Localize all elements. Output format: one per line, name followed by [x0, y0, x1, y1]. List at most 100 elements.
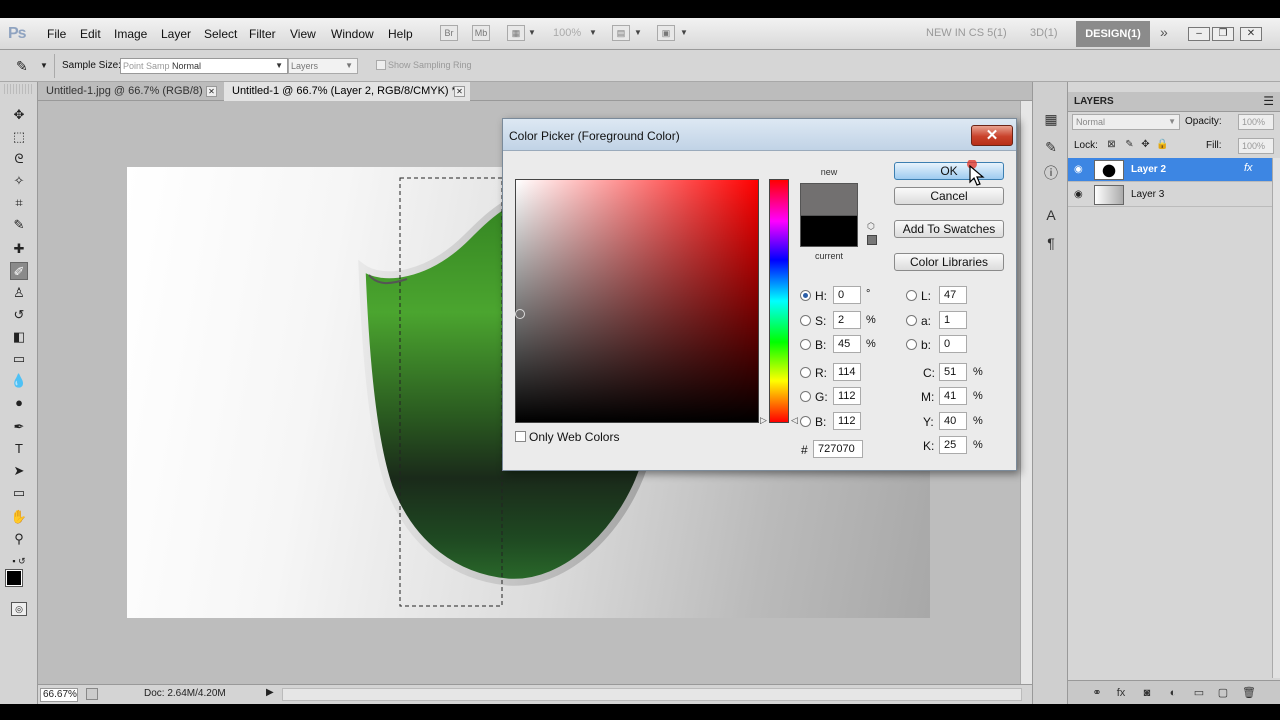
only-web-colors-checkbox[interactable]: [515, 431, 526, 442]
yellow-field[interactable]: 40: [939, 412, 967, 430]
shape-tool-icon[interactable]: ▭: [10, 484, 28, 502]
menu-window[interactable]: Window: [331, 27, 374, 41]
status-menu-arrow-icon[interactable]: ▶: [266, 687, 274, 698]
more-workspaces-icon[interactable]: »: [1160, 24, 1168, 40]
foreground-color-swatch[interactable]: [5, 569, 23, 587]
hex-field[interactable]: 727070: [813, 440, 863, 458]
lock-image-icon[interactable]: ✎: [1124, 139, 1135, 150]
hue-radio[interactable]: [800, 290, 811, 301]
blend-mode-dropdown[interactable]: Normal ▼: [1072, 114, 1180, 130]
menu-select[interactable]: Select: [204, 27, 237, 41]
launch-bridge-icon[interactable]: Br: [440, 25, 458, 41]
crop-tool-icon[interactable]: ⌗: [10, 194, 28, 212]
launch-minibridge-icon[interactable]: Mb: [472, 25, 490, 41]
horizontal-scrollbar[interactable]: [282, 688, 1022, 701]
screen-mode-icon[interactable]: ▣: [657, 25, 675, 41]
menu-image[interactable]: Image: [114, 27, 147, 41]
green-field[interactable]: 112: [833, 387, 861, 405]
zoom-level-dropdown[interactable]: 100%: [553, 27, 581, 39]
brush-tool-icon[interactable]: ✐: [10, 262, 28, 280]
menu-help[interactable]: Help: [388, 27, 413, 41]
tab-document-1[interactable]: Untitled-1.jpg @ 66.7% (RGB/8): [38, 82, 222, 101]
brightness-radio[interactable]: [800, 339, 811, 350]
b-channel-radio[interactable]: [906, 339, 917, 350]
hue-slider-right-arrow-icon[interactable]: ◁: [791, 415, 798, 426]
saturation-field[interactable]: 2: [833, 311, 861, 329]
saturation-radio[interactable]: [800, 315, 811, 326]
hue-slider-left-arrow-icon[interactable]: ▷: [760, 415, 767, 426]
a-channel-field[interactable]: 1: [939, 311, 967, 329]
lock-position-icon[interactable]: ✥: [1140, 139, 1151, 150]
tab-document-2[interactable]: Untitled-1 @ 66.7% (Layer 2, RGB/8/CMYK)…: [224, 82, 470, 101]
dodge-tool-icon[interactable]: ●: [10, 394, 28, 412]
menu-filter[interactable]: Filter: [249, 27, 276, 41]
view-extras-icon[interactable]: ▦: [507, 25, 525, 41]
a-channel-radio[interactable]: [906, 315, 917, 326]
link-layers-icon[interactable]: ⚭: [1090, 686, 1104, 700]
close-app-button[interactable]: ✕: [1240, 27, 1262, 41]
workspace-design[interactable]: DESIGN(1): [1076, 21, 1150, 47]
status-icon[interactable]: [86, 688, 98, 700]
hue-field[interactable]: 0: [833, 286, 861, 304]
chevron-down-icon[interactable]: ▼: [634, 28, 642, 37]
current-color-swatch[interactable]: [800, 215, 858, 247]
add-style-icon[interactable]: fx: [1114, 686, 1128, 700]
adjustments-panel-icon[interactable]: ✎: [1042, 138, 1060, 156]
marquee-tool-icon[interactable]: ⬚: [10, 128, 28, 146]
show-sampling-ring-checkbox[interactable]: [376, 60, 386, 70]
hue-slider[interactable]: [769, 179, 789, 423]
close-icon[interactable]: ✕: [454, 86, 465, 97]
close-icon[interactable]: ✕: [206, 86, 217, 97]
menu-view[interactable]: View: [290, 27, 316, 41]
quick-mask-icon[interactable]: ◎: [11, 602, 27, 616]
layers-scrollbar[interactable]: [1272, 158, 1280, 678]
tool-preset-chevron-icon[interactable]: ▼: [40, 61, 48, 70]
info-panel-icon[interactable]: ⓘ: [1042, 164, 1060, 182]
panel-grip[interactable]: [4, 84, 34, 94]
add-mask-icon[interactable]: ◙: [1140, 686, 1154, 700]
blur-tool-icon[interactable]: 💧: [10, 372, 28, 390]
sample-size-dropdown[interactable]: Point Samp Normal ▼: [120, 58, 288, 74]
healing-brush-tool-icon[interactable]: ✚: [10, 240, 28, 258]
color-field-marker[interactable]: [515, 309, 525, 319]
minimize-button[interactable]: –: [1188, 27, 1210, 41]
cancel-button[interactable]: Cancel: [894, 187, 1004, 205]
eyedropper-tool-icon[interactable]: ✎: [16, 58, 28, 75]
layers-panel-title[interactable]: LAYERS: [1074, 96, 1114, 107]
clone-stamp-tool-icon[interactable]: ♙: [10, 284, 28, 302]
b-channel-field[interactable]: 0: [939, 335, 967, 353]
panel-menu-icon[interactable]: ☰: [1263, 94, 1274, 108]
chevron-down-icon[interactable]: ▼: [680, 28, 688, 37]
vertical-scrollbar[interactable]: [1020, 101, 1032, 684]
chevron-down-icon[interactable]: ▼: [589, 28, 597, 37]
character-panel-icon[interactable]: A: [1042, 206, 1060, 224]
new-layer-icon[interactable]: ▢: [1216, 686, 1230, 700]
type-tool-icon[interactable]: T: [10, 440, 28, 458]
green-radio[interactable]: [800, 391, 811, 402]
history-brush-tool-icon[interactable]: ↺: [10, 306, 28, 324]
color-field[interactable]: [515, 179, 759, 423]
sample-layers-dropdown[interactable]: Layers ▼: [288, 58, 358, 74]
layer-row-layer-2[interactable]: ◉ Layer 2 fx: [1068, 158, 1272, 182]
add-to-swatches-button[interactable]: Add To Swatches: [894, 220, 1004, 238]
lock-transparency-icon[interactable]: ⊠: [1106, 139, 1117, 150]
hand-tool-icon[interactable]: ✋: [10, 508, 28, 526]
black-field[interactable]: 25: [939, 436, 967, 454]
eyedropper-tool-icon[interactable]: ✎: [10, 216, 28, 234]
color-libraries-button[interactable]: Color Libraries: [894, 253, 1004, 271]
workspace-3d[interactable]: 3D(1): [1030, 27, 1058, 39]
workspace-new-in-cs5[interactable]: NEW IN CS 5(1): [926, 27, 1007, 39]
out-of-gamut-warning-icon[interactable]: ⬡: [867, 221, 875, 232]
eraser-tool-icon[interactable]: ◧: [10, 328, 28, 346]
blue-radio[interactable]: [800, 416, 811, 427]
layer-row-layer-3[interactable]: ◉ Layer 3: [1068, 183, 1272, 207]
zoom-tool-icon[interactable]: ⚲: [10, 530, 28, 548]
dialog-titlebar[interactable]: Color Picker (Foreground Color) ✕: [503, 119, 1016, 151]
swatches-panel-icon[interactable]: ▦: [1042, 110, 1060, 128]
layer-effects-icon[interactable]: fx: [1244, 162, 1253, 174]
chevron-down-icon[interactable]: ▼: [528, 28, 536, 37]
new-group-icon[interactable]: ▭: [1192, 686, 1206, 700]
brightness-field[interactable]: 45: [833, 335, 861, 353]
red-radio[interactable]: [800, 367, 811, 378]
opacity-field[interactable]: 100%: [1238, 114, 1274, 130]
